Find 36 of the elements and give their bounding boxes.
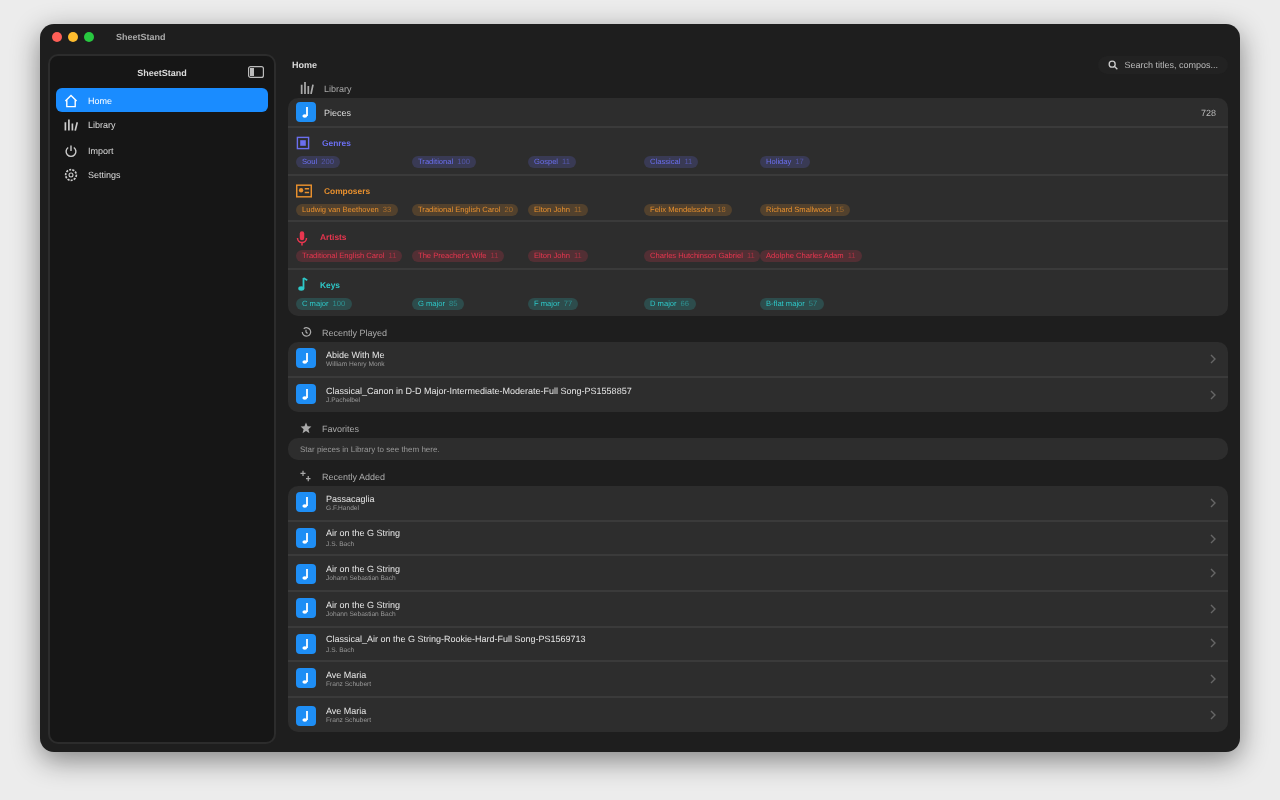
chevron-icon (1210, 568, 1216, 579)
chevron-icon (1210, 710, 1216, 721)
music-note-icon (296, 276, 308, 292)
history-icon (300, 326, 312, 338)
chevron-icon (1210, 638, 1216, 649)
sparkle-icon (300, 470, 312, 483)
music-note-icon (296, 492, 316, 513)
books-icon (300, 82, 314, 94)
minimize-button[interactable] (68, 32, 78, 42)
music-note-icon (296, 102, 316, 122)
home-icon (64, 93, 78, 107)
settings-icon (64, 168, 78, 182)
grid-icon (296, 136, 310, 150)
music-note-icon (296, 528, 316, 549)
close-button[interactable] (52, 32, 62, 42)
zoom-button[interactable] (84, 32, 94, 42)
music-note-icon (296, 598, 316, 619)
sidebar-toggle-icon[interactable] (248, 66, 264, 78)
music-note-icon (296, 705, 316, 726)
chevron-icon (1210, 673, 1216, 684)
id-card-icon (296, 183, 312, 197)
music-note-icon (296, 668, 316, 689)
star-icon (300, 422, 312, 435)
chevron-icon (1210, 603, 1216, 614)
microphone-icon (296, 229, 308, 245)
chevron-icon (1210, 533, 1216, 544)
books-icon (64, 118, 78, 132)
chevron-icon (1210, 497, 1216, 508)
music-note-icon (296, 348, 316, 369)
music-note-icon (296, 563, 316, 584)
chevron-icon (1210, 389, 1216, 400)
music-note-icon (296, 633, 316, 654)
power-icon (64, 143, 78, 157)
chevron-icon (1210, 353, 1216, 364)
search-icon (1108, 59, 1119, 69)
music-note-icon (296, 384, 316, 405)
